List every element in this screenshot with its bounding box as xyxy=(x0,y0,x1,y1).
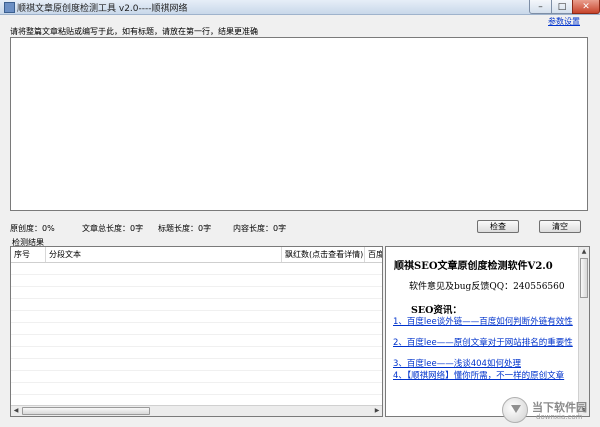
article-text-input[interactable] xyxy=(10,37,588,211)
input-hint: 请将整篇文章粘贴或编写于此，如有标题，请放在第一行，结果更准确 xyxy=(10,27,258,36)
news-link[interactable]: 1、百度lee谈外链——百度如何判断外链有效性 xyxy=(393,317,573,327)
info-panel: 顺祺SEO文章原创度检测软件V2.0 软件意见及bug反馈QQ：24055656… xyxy=(385,246,590,417)
app-icon xyxy=(4,2,15,13)
table-row xyxy=(11,370,382,371)
watermark-domain: downxia.com xyxy=(536,413,583,421)
column-header-red-count[interactable]: 飘红数(点击查看详情) xyxy=(282,247,365,262)
watermark: 当下软件园 downxia.com xyxy=(502,397,598,425)
window-title: 顺祺文章原创度检测工具 v2.0----顺祺网络 xyxy=(17,4,188,14)
news-link[interactable]: 3、百度lee——浅谈404如何处理 xyxy=(393,359,573,369)
check-button[interactable]: 检查 xyxy=(477,220,519,233)
table-row xyxy=(11,322,382,323)
vertical-scrollbar[interactable]: ▲ ▼ xyxy=(578,247,589,416)
feedback-qq: 软件意见及bug反馈QQ：240556560 xyxy=(409,282,565,292)
maximize-button[interactable]: □ xyxy=(551,0,573,14)
table-row xyxy=(11,382,382,383)
results-table[interactable]: 序号 分段文本 飘红数(点击查看详情) 百度 ◀ ▶ xyxy=(10,246,383,417)
table-row xyxy=(11,394,382,395)
news-link[interactable]: 2、百度lee——原创文章对于网站排名的重要性 xyxy=(393,338,573,348)
table-row xyxy=(11,334,382,335)
originality-stat: 原创度：0% xyxy=(10,224,55,233)
scroll-up-icon[interactable]: ▲ xyxy=(579,247,589,257)
table-row xyxy=(11,286,382,287)
info-title: 顺祺SEO文章原创度检测软件V2.0 xyxy=(394,261,553,272)
scroll-right-icon[interactable]: ▶ xyxy=(372,406,382,416)
table-row xyxy=(11,274,382,275)
minimize-button[interactable]: – xyxy=(529,0,552,14)
content-length-stat: 内容长度：0字 xyxy=(233,224,287,233)
title-length-stat: 标题长度：0字 xyxy=(158,224,212,233)
vertical-scroll-thumb[interactable] xyxy=(580,258,588,298)
horizontal-scrollbar[interactable]: ◀ ▶ xyxy=(11,405,382,416)
table-row xyxy=(11,346,382,347)
column-header-index[interactable]: 序号 xyxy=(11,247,46,262)
seo-news-heading: SEO资讯： xyxy=(411,305,462,316)
scroll-left-icon[interactable]: ◀ xyxy=(11,406,21,416)
results-table-header: 序号 分段文本 飘红数(点击查看详情) 百度 xyxy=(11,247,382,263)
download-arrow-icon xyxy=(502,397,528,423)
table-row xyxy=(11,358,382,359)
total-length-stat: 文章总长度：0字 xyxy=(82,224,144,233)
clear-button[interactable]: 清空 xyxy=(539,220,581,233)
params-settings-link[interactable]: 参数设置 xyxy=(548,16,580,27)
horizontal-scroll-thumb[interactable] xyxy=(22,407,150,415)
title-bar: 顺祺文章原创度检测工具 v2.0----顺祺网络 – □ ✕ xyxy=(0,0,600,15)
column-header-text[interactable]: 分段文本 xyxy=(46,247,282,262)
column-header-baidu[interactable]: 百度 xyxy=(365,247,382,262)
news-link[interactable]: 4、【顺祺网络】懂你所需，不一样的原创文章 xyxy=(393,371,573,381)
table-row xyxy=(11,298,382,299)
close-button[interactable]: ✕ xyxy=(572,0,600,14)
table-row xyxy=(11,310,382,311)
